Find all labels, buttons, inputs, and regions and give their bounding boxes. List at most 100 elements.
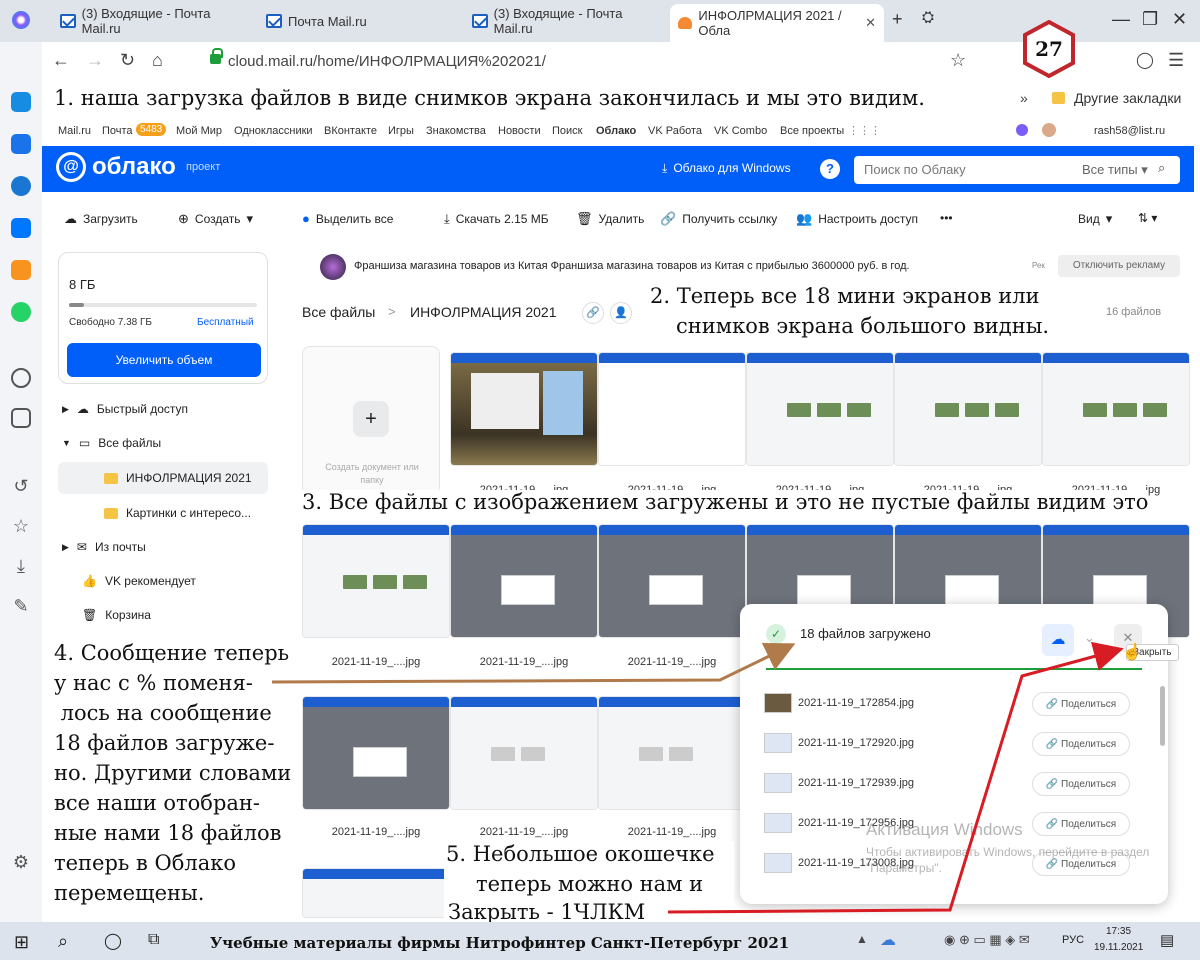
more-button[interactable]: ••• xyxy=(940,211,953,225)
reload-icon[interactable]: ↻ xyxy=(120,50,135,71)
tab-inbox-2[interactable]: (3) Входящие - Почта Mail.ru xyxy=(464,6,668,36)
mail-app-icon[interactable] xyxy=(11,92,31,112)
weather-icon[interactable]: ☁ xyxy=(880,930,896,950)
sidebar-item-quick-access[interactable]: ▶ ☁ Быстрый доступ xyxy=(62,402,188,416)
back-icon[interactable]: ← xyxy=(52,50,70,71)
portal-link[interactable]: Все проекты xyxy=(780,125,844,137)
menu-icon[interactable]: ☰ xyxy=(1168,50,1184,71)
view-button[interactable]: Вид ▾ xyxy=(1078,211,1112,227)
sort-icon[interactable]: ⇅ ▾ xyxy=(1138,211,1157,225)
search-icon[interactable]: ⌕ xyxy=(1158,160,1165,176)
portal-link[interactable]: VK Работа xyxy=(648,125,702,137)
tray-expand-icon[interactable]: ▲ xyxy=(856,932,868,946)
disable-ads-button[interactable]: Отключить рекламу xyxy=(1058,255,1180,277)
restore-icon[interactable]: ❐ xyxy=(1142,9,1158,30)
upgrade-button[interactable]: Увеличить объем xyxy=(67,343,261,377)
cortana-icon[interactable]: ◯ xyxy=(104,931,122,951)
share-button[interactable]: 🔗 Поделиться xyxy=(1032,772,1130,796)
portal-link[interactable]: Мой Мир xyxy=(176,125,222,137)
sidebar-item-all-files[interactable]: ▼ ▭ Все файлы xyxy=(62,436,161,450)
breadcrumb-root[interactable]: Все файлы xyxy=(302,304,375,320)
share-button[interactable]: 🔗 Поделиться xyxy=(1032,732,1130,756)
bookmark-star-icon[interactable]: ☆ xyxy=(950,50,966,71)
search-input[interactable]: Поиск по Облаку Все типы ▾ ⌕ xyxy=(854,156,1180,184)
windows-start-icon[interactable]: ⊞ xyxy=(14,932,29,953)
minimize-icon[interactable]: — xyxy=(1112,9,1130,30)
close-tab-icon[interactable]: ✕ xyxy=(865,15,876,31)
share-button[interactable]: 🔗 Поделиться xyxy=(1032,692,1130,716)
file-thumbnail[interactable] xyxy=(598,352,746,466)
windows-app-button[interactable]: ⤓ Облако для Windows xyxy=(662,161,791,176)
download-button[interactable]: ⤓ Скачать 2.15 МБ xyxy=(444,211,549,227)
portal-link[interactable]: Почта xyxy=(102,125,133,137)
alice-icon[interactable] xyxy=(12,11,30,29)
portal-link[interactable]: Облако xyxy=(596,125,636,137)
sidebar-item-info-2021[interactable]: ИНФОЛРМАЦИЯ 2021 xyxy=(58,462,268,494)
create-new-tile[interactable]: + Создать документ или папку xyxy=(302,346,440,496)
sidebar-item-vk[interactable]: 👍 VK рекомендует xyxy=(82,574,196,588)
select-all-button[interactable]: ● Выделить все xyxy=(302,211,393,226)
bookmarks-overflow-icon[interactable]: » xyxy=(1020,90,1028,106)
tab-inbox-1[interactable]: (3) Входящие - Почта Mail.ru xyxy=(52,6,256,36)
file-thumbnail[interactable] xyxy=(746,352,894,466)
avatar[interactable] xyxy=(1042,123,1056,137)
get-link-button[interactable]: 🔗 Получить ссылку xyxy=(660,211,777,227)
other-bookmarks[interactable]: Другие закладки xyxy=(1074,90,1181,106)
home-icon[interactable]: ⌂ xyxy=(152,50,163,71)
clock-time[interactable]: 17:35 xyxy=(1106,926,1131,937)
ok-app-icon[interactable] xyxy=(11,260,31,280)
sidebar-item-trash[interactable]: 🗑 Корзина xyxy=(82,608,151,622)
apps-grid-icon[interactable]: ⋮⋮⋮ xyxy=(848,124,881,137)
file-thumbnail[interactable] xyxy=(598,524,746,638)
share-users-icon[interactable]: 👤 xyxy=(610,302,632,324)
help-icon[interactable]: ? xyxy=(820,159,840,179)
portal-link[interactable]: Игры xyxy=(388,125,414,137)
access-button[interactable]: 👥 Настроить доступ xyxy=(796,211,918,227)
file-thumbnail[interactable] xyxy=(450,352,598,466)
scrollbar[interactable] xyxy=(1160,686,1165,746)
file-thumbnail[interactable] xyxy=(450,524,598,638)
portal-link[interactable]: Одноклассники xyxy=(234,125,313,137)
downloads-icon[interactable]: ⤓ xyxy=(11,556,31,576)
tools-icon[interactable]: ✎ xyxy=(11,596,31,616)
tab-cloud-active[interactable]: ИНФОЛРМАЦИЯ 2021 / Обла ✕ xyxy=(670,4,884,42)
alice-icon[interactable] xyxy=(1016,124,1028,136)
new-tab-icon[interactable]: + xyxy=(892,9,903,30)
portal-link[interactable]: ВКонтакте xyxy=(324,125,377,137)
file-thumbnail[interactable] xyxy=(302,868,450,918)
plan-link[interactable]: Бесплатный xyxy=(197,317,254,328)
upload-cloud-icon[interactable]: ☁ xyxy=(1042,624,1074,656)
tasks-app-icon[interactable] xyxy=(11,134,31,154)
share-button[interactable]: 🔗 Поделиться xyxy=(1032,812,1130,836)
file-thumbnail[interactable] xyxy=(450,696,598,810)
profile-icon[interactable]: ◯ xyxy=(1136,50,1154,70)
user-email[interactable]: rash58@list.ru xyxy=(1094,125,1165,137)
whatsapp-app-icon[interactable] xyxy=(11,302,31,322)
language-indicator[interactable]: РУС xyxy=(1062,934,1084,946)
sidebar-item-pictures[interactable]: Картинки с интересо... xyxy=(104,506,251,520)
delete-button[interactable]: 🗑 Удалить xyxy=(576,211,644,227)
file-thumbnail[interactable] xyxy=(302,696,450,810)
collapse-chevron-icon[interactable]: ⌄ xyxy=(1084,630,1095,646)
cloud-logo[interactable]: @ облако xyxy=(56,152,176,182)
file-thumbnail[interactable] xyxy=(302,524,450,638)
task-view-icon[interactable]: ⧉ xyxy=(148,931,159,949)
link-icon[interactable]: 🔗 xyxy=(582,302,604,324)
history-icon[interactable]: ↺ xyxy=(11,476,31,496)
file-thumbnail[interactable] xyxy=(598,696,746,810)
notifications-icon[interactable]: ▤ xyxy=(1160,931,1174,949)
portal-link[interactable]: Поиск xyxy=(552,125,582,137)
portal-link[interactable]: Mail.ru xyxy=(58,125,91,137)
portal-link[interactable]: Знакомства xyxy=(426,125,486,137)
search-icon[interactable]: ⌕ xyxy=(58,931,68,952)
favorites-star-icon[interactable]: ☆ xyxy=(11,516,31,536)
sidebar-item-from-mail[interactable]: ▶ ✉ Из почты xyxy=(62,540,146,554)
settings-gear-icon[interactable]: ⚙ xyxy=(11,852,31,872)
music-app-icon[interactable] xyxy=(11,408,31,428)
portal-link[interactable]: VK Combo xyxy=(714,125,767,137)
file-thumbnail[interactable] xyxy=(1042,352,1190,466)
ad-banner[interactable]: Франшиза магазина товаров из Китая Франш… xyxy=(300,250,1180,282)
url-field[interactable]: cloud.mail.ru/home/ИНФОЛРМАЦИЯ%202021/ xyxy=(228,53,546,70)
vk-app-icon[interactable] xyxy=(11,218,31,238)
incognito-icon[interactable]: ⛭ xyxy=(922,9,934,26)
